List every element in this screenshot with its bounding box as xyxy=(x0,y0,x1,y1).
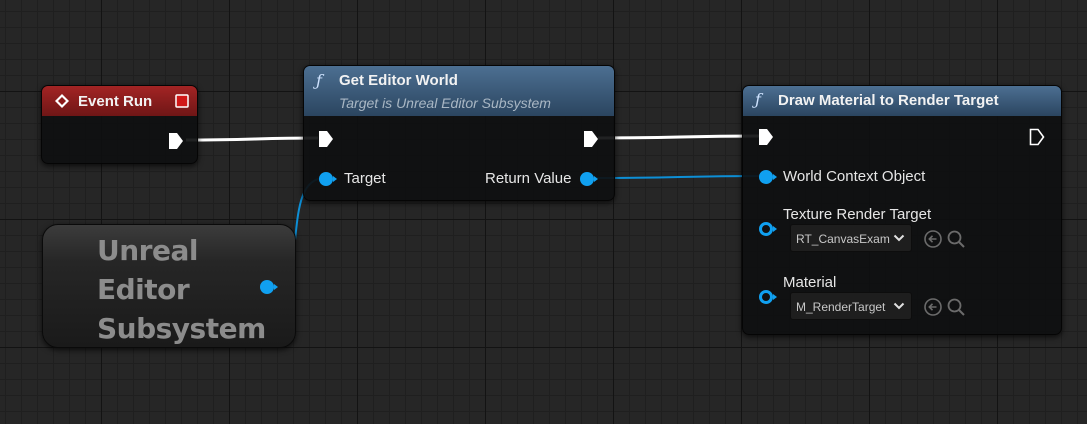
draw-material-exec-out-pin[interactable] xyxy=(1029,128,1045,146)
data-wire-return-to-worldcontext xyxy=(589,175,766,179)
delegate-pin-icon[interactable] xyxy=(175,94,189,108)
target-label: Target xyxy=(344,170,386,187)
material-label: Material xyxy=(783,274,837,291)
use-selected-asset-icon[interactable] xyxy=(923,229,943,249)
subsystem-title-line-2: Editor xyxy=(97,273,190,306)
event-run-node[interactable]: Event Run xyxy=(41,85,198,164)
unreal-editor-subsystem-title: Unreal Editor Subsystem xyxy=(97,231,266,348)
texture-render-target-value: RT_CanvasExample xyxy=(796,232,890,246)
browse-asset-search-icon[interactable] xyxy=(946,297,966,317)
subsystem-output-pin[interactable] xyxy=(259,279,279,295)
texture-render-target-pin[interactable] xyxy=(758,221,778,237)
texture-render-target-label: Texture Render Target xyxy=(783,206,932,223)
material-value: M_RenderTarget xyxy=(796,300,886,314)
return-value-label: Return Value xyxy=(485,170,572,187)
chevron-down-icon xyxy=(893,234,905,242)
use-selected-asset-icon[interactable] xyxy=(923,297,943,317)
event-run-title: Event Run xyxy=(78,93,153,110)
chevron-down-icon xyxy=(893,302,905,310)
browse-asset-search-icon[interactable] xyxy=(946,229,966,249)
draw-material-node[interactable]: ƒ Draw Material to Render Target World C… xyxy=(742,85,1062,335)
get-editor-world-node[interactable]: ƒ Get Editor World Target is Unreal Edit… xyxy=(303,65,615,201)
exec-wire-getworld-to-draw xyxy=(597,134,761,140)
event-diamond-icon xyxy=(55,94,69,108)
world-context-pin[interactable] xyxy=(758,169,778,185)
unreal-editor-subsystem-node[interactable]: Unreal Editor Subsystem xyxy=(42,224,296,348)
material-pin[interactable] xyxy=(758,289,778,305)
texture-render-target-dropdown[interactable]: RT_CanvasExample xyxy=(790,224,912,252)
draw-material-exec-in-pin[interactable] xyxy=(758,128,774,146)
return-value-pin[interactable] xyxy=(579,171,599,187)
target-pin[interactable] xyxy=(318,171,338,187)
event-run-header: Event Run xyxy=(42,86,197,116)
world-context-label: World Context Object xyxy=(783,168,926,185)
draw-material-header: ƒ Draw Material to Render Target xyxy=(743,86,1061,116)
get-editor-world-title: Get Editor World xyxy=(339,72,458,89)
material-dropdown[interactable]: M_RenderTarget xyxy=(790,292,912,320)
blueprint-graph-canvas[interactable]: Event Run ƒ Get Editor World Target is U… xyxy=(0,0,1087,424)
get-editor-world-exec-out-pin[interactable] xyxy=(583,130,599,148)
event-run-exec-out-pin[interactable] xyxy=(168,132,184,150)
get-editor-world-exec-in-pin[interactable] xyxy=(318,130,334,148)
draw-material-title: Draw Material to Render Target xyxy=(778,92,999,109)
subsystem-title-line-3: Subsystem xyxy=(97,312,266,345)
function-icon: ƒ xyxy=(755,90,761,109)
get-editor-world-subtitle: Target is Unreal Editor Subsystem xyxy=(339,95,551,111)
get-editor-world-header: ƒ Get Editor World Target is Unreal Edit… xyxy=(304,66,614,116)
exec-wire-event-to-getworld xyxy=(185,136,319,142)
subsystem-title-line-1: Unreal xyxy=(97,234,198,267)
function-icon: ƒ xyxy=(316,71,322,90)
